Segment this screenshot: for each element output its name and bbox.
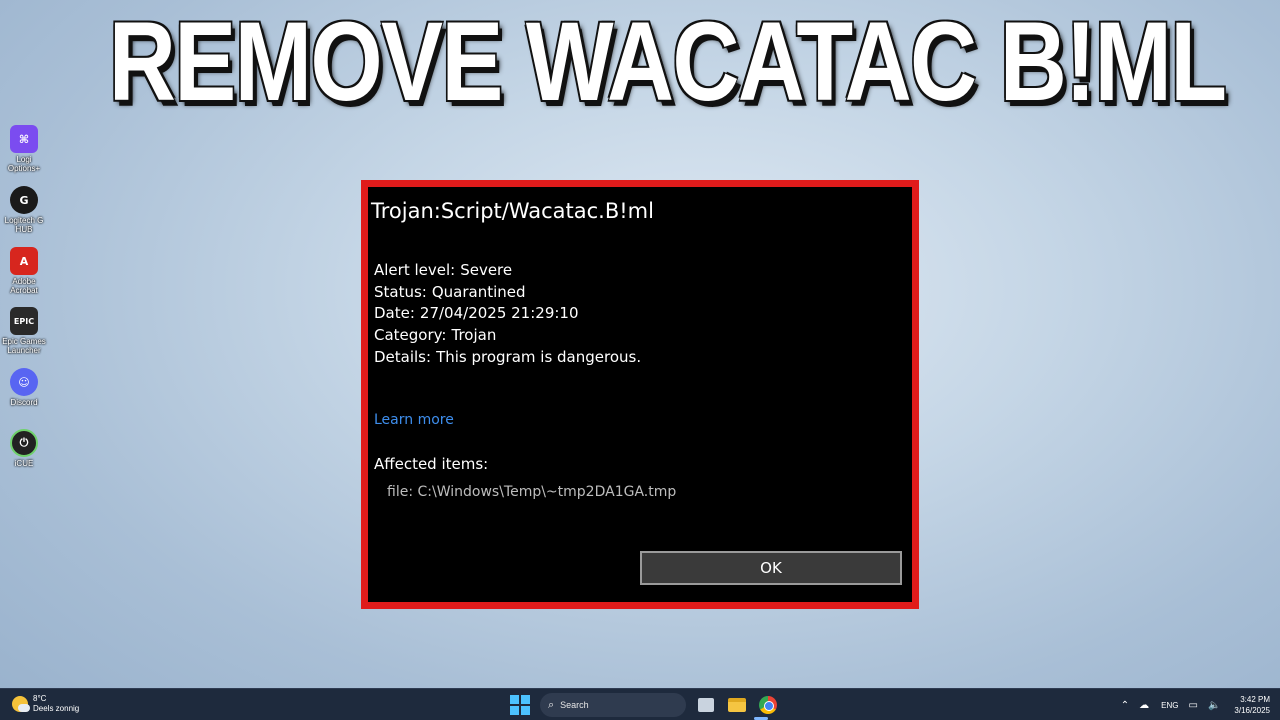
partly-sunny-icon xyxy=(12,696,30,712)
search-label: Search xyxy=(560,700,589,710)
network-icon[interactable]: ▭ xyxy=(1189,700,1198,711)
weather-description: Deels zonnig xyxy=(33,704,80,713)
field-value: Quarantined xyxy=(431,282,526,301)
chrome-icon xyxy=(759,696,777,714)
weather-temperature: 8°C xyxy=(33,694,47,703)
desktop-icon-label: Discord xyxy=(10,398,38,407)
desktop-icon-discord[interactable]: ☺ Discord xyxy=(2,368,46,407)
task-view-button[interactable] xyxy=(695,694,717,716)
details-row: Details: This program is dangerous. xyxy=(374,347,646,369)
discord-icon: ☺ xyxy=(10,368,38,396)
desktop-icon-label: iCUE xyxy=(14,459,34,468)
icue-icon: ⏻ xyxy=(10,429,38,457)
language-indicator[interactable]: ENG xyxy=(1161,701,1178,710)
field-label: Details: xyxy=(374,347,432,366)
threat-name-title: Trojan:Script/Wacatac.B!ml xyxy=(371,199,654,223)
date-row: Date: 27/04/2025 21:29:10 xyxy=(374,303,646,325)
field-label: Alert level: xyxy=(374,261,456,279)
adobe-acrobat-icon: A xyxy=(10,247,38,275)
clock-time: 3:42 PM xyxy=(1240,695,1270,704)
learn-more-link[interactable]: Learn more xyxy=(374,412,454,428)
volume-icon[interactable]: 🔈 xyxy=(1208,700,1220,711)
start-button[interactable] xyxy=(510,695,530,715)
weather-widget[interactable]: 8°C Deels zonnig xyxy=(12,694,79,714)
threat-alert-dialog: Trojan:Script/Wacatac.B!ml Alert level: S… xyxy=(361,180,919,609)
search-icon: ⌕ xyxy=(548,698,555,711)
field-value: 27/04/2025 21:29:10 xyxy=(419,304,579,323)
taskbar-apps: ⌕ Search xyxy=(510,692,779,718)
field-value: Trojan xyxy=(451,326,497,345)
desktop-icons: ⌘ Logi Options+ G Logitech G HUB A Adobe… xyxy=(0,0,50,690)
alert-level-row: Alert level: Severe xyxy=(374,260,646,282)
desktop-icon-logitech-g-hub[interactable]: G Logitech G HUB xyxy=(2,186,46,234)
weather-text: 8°C Deels zonnig xyxy=(33,694,79,714)
chevron-up-icon[interactable]: ⌃ xyxy=(1121,700,1129,711)
field-value: This program is dangerous. xyxy=(436,347,642,366)
desktop-icon-label: Logi Options+ xyxy=(7,155,41,173)
chrome-button[interactable] xyxy=(757,694,779,716)
desktop-icon-label: Epic Games Launcher xyxy=(2,337,46,355)
field-label: Status: xyxy=(374,282,427,301)
taskbar-clock[interactable]: 3:42 PM 3/16/2025 xyxy=(1234,694,1270,716)
desktop-icon-logi-options[interactable]: ⌘ Logi Options+ xyxy=(2,125,46,173)
status-row: Status: Quarantined xyxy=(374,282,646,304)
logi-options-icon: ⌘ xyxy=(10,125,38,153)
logitech-g-hub-icon: G xyxy=(10,186,38,214)
thumbnail-title: REMOVE WACATAC B!ML xyxy=(108,0,1227,124)
folder-icon xyxy=(728,698,746,712)
desktop-icon-icue[interactable]: ⏻ iCUE xyxy=(2,429,46,468)
category-row: Category: Trojan xyxy=(374,325,646,347)
field-label: Category: xyxy=(374,326,447,345)
clock-date: 3/16/2025 xyxy=(1234,706,1270,715)
threat-details: Alert level: Severe Status: Quarantined Da… xyxy=(374,260,646,369)
task-view-icon xyxy=(698,698,714,712)
epic-games-icon: EPIC xyxy=(10,307,38,335)
taskbar: 8°C Deels zonnig ⌕ Search ⌃ ☁ ENG ▭ 🔈 3:… xyxy=(0,688,1280,720)
field-label: Date: xyxy=(374,304,415,323)
desktop-icon-label: Adobe Acrobat xyxy=(10,277,38,295)
cloud-icon[interactable]: ☁ xyxy=(1139,700,1149,711)
desktop-icon-label: Logitech G HUB xyxy=(4,216,44,234)
file-explorer-button[interactable] xyxy=(726,694,748,716)
affected-file-path: file: C:\Windows\Temp\~tmp2DA1GA.tmp xyxy=(387,484,677,500)
system-tray: ⌃ ☁ ENG ▭ 🔈 3:42 PM 3/16/2025 xyxy=(1111,693,1270,717)
affected-items-label: Affected items: xyxy=(374,455,489,473)
desktop-icon-adobe-acrobat[interactable]: A Adobe Acrobat xyxy=(2,247,46,295)
ok-button[interactable]: OK xyxy=(640,551,902,585)
taskbar-search[interactable]: ⌕ Search xyxy=(540,693,686,717)
field-value: Severe xyxy=(460,261,513,279)
desktop-icon-epic-games[interactable]: EPIC Epic Games Launcher xyxy=(2,307,46,355)
